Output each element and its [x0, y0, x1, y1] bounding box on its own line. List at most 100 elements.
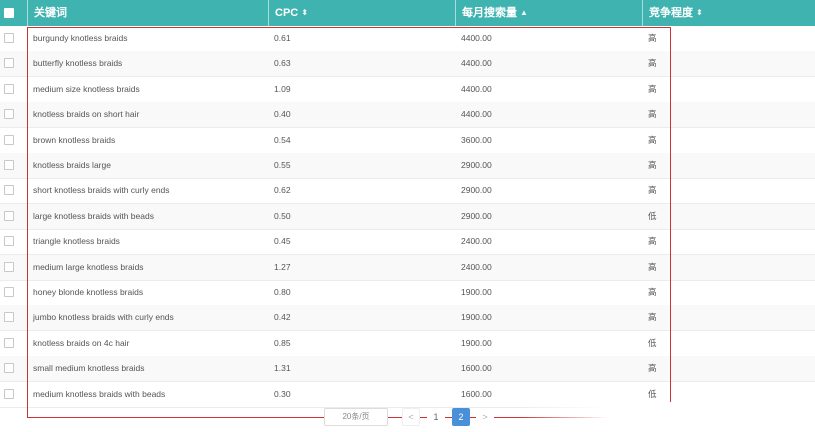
cell-competition: 低	[648, 210, 657, 221]
row-checkbox[interactable]	[4, 134, 14, 145]
sort-asc-icon[interactable]: ▲	[520, 8, 528, 17]
cell-keyword: triangle knotless braids	[33, 236, 120, 247]
row-checkbox[interactable]	[4, 160, 14, 170]
cell-volume: 1900.00	[461, 287, 492, 297]
row-checkbox[interactable]	[4, 109, 14, 120]
table-row[interactable]: knotless braids on 4c hair 0.85 1900.00 低	[0, 331, 815, 357]
cell-keyword: jumbo knotless braids with curly ends	[33, 312, 174, 323]
table-row[interactable]: triangle knotless braids 0.45 2400.00 高	[0, 229, 815, 256]
cell-competition: 高	[648, 58, 657, 69]
cell-keyword: knotless braids on short hair	[33, 109, 140, 120]
row-checkbox[interactable]	[4, 363, 14, 374]
table-row[interactable]: knotless braids on short hair 0.40 4400.00…	[0, 102, 815, 129]
select-all-checkbox[interactable]	[4, 8, 14, 18]
cell-volume: 4400.00	[461, 83, 492, 94]
cell-competition: 高	[648, 83, 657, 94]
cell-competition: 高	[648, 160, 657, 170]
cell-keyword: short knotless braids with curly ends	[33, 185, 170, 196]
cell-keyword: honey blonde knotless braids	[33, 287, 144, 297]
cell-keyword: medium knotless braids with beads	[33, 388, 166, 399]
table-row[interactable]: short knotless braids with curly ends 0.6…	[0, 178, 815, 205]
row-checkbox[interactable]	[4, 210, 14, 221]
table-row[interactable]: brown knotless braids 0.54 3600.00 高	[0, 128, 815, 154]
cell-volume: 4400.00	[461, 33, 492, 43]
cell-keyword: medium size knotless braids	[33, 83, 140, 94]
cell-cpc: 0.45	[274, 236, 291, 247]
cell-cpc: 1.31	[274, 363, 291, 374]
cell-volume: 2400.00	[461, 261, 492, 272]
cell-cpc: 0.50	[274, 210, 291, 221]
cell-keyword: knotless braids on 4c hair	[33, 337, 130, 348]
row-checkbox[interactable]	[4, 312, 14, 323]
cell-cpc: 0.42	[274, 312, 291, 323]
cell-competition: 高	[648, 185, 657, 196]
column-header-keyword[interactable]: 关键词	[27, 0, 269, 26]
cell-competition: 高	[648, 134, 657, 145]
row-checkbox[interactable]	[4, 236, 14, 247]
row-checkbox[interactable]	[4, 83, 14, 94]
row-checkbox[interactable]	[4, 261, 14, 272]
column-header-cpc-label: CPC	[275, 7, 299, 19]
cell-cpc: 0.85	[274, 337, 291, 348]
row-checkbox[interactable]	[4, 337, 14, 348]
cell-cpc: 0.61	[274, 33, 291, 43]
cell-competition: 高	[648, 287, 657, 297]
row-checkbox[interactable]	[4, 58, 14, 69]
cell-volume: 1900.00	[461, 312, 492, 323]
table-row[interactable]: large knotless braids with beads 0.50 2900…	[0, 203, 815, 230]
cell-competition: 高	[648, 312, 657, 323]
cell-cpc: 0.30	[274, 388, 291, 399]
cell-volume: 2900.00	[461, 210, 492, 221]
table-row[interactable]: jumbo knotless braids with curly ends 0.4…	[0, 305, 815, 332]
row-checkbox[interactable]	[4, 33, 14, 43]
cell-cpc: 0.63	[274, 58, 291, 69]
column-header-cpc[interactable]: CPC ⬍	[268, 0, 455, 26]
cell-competition: 低	[648, 337, 657, 348]
page-1-button[interactable]: 1	[427, 408, 445, 426]
fade-overlay	[520, 402, 815, 432]
table-row[interactable]: butterfly knotless braids 0.63 4400.00 高	[0, 51, 815, 78]
cell-keyword: brown knotless braids	[33, 134, 116, 145]
cell-volume: 1900.00	[461, 337, 492, 348]
sort-icon[interactable]: ⬍	[696, 8, 703, 17]
row-checkbox[interactable]	[4, 287, 14, 297]
cell-volume: 1600.00	[461, 388, 492, 399]
cell-cpc: 0.55	[274, 160, 291, 170]
table-row[interactable]: medium size knotless braids 1.09 4400.00 高	[0, 77, 815, 103]
cell-keyword: medium large knotless braids	[33, 261, 144, 272]
column-header-competition[interactable]: 竞争程度 ⬍	[642, 0, 809, 26]
cell-cpc: 0.80	[274, 287, 291, 297]
cell-competition: 高	[648, 261, 657, 272]
table-row[interactable]: burgundy knotless braids 0.61 4400.00 高	[0, 26, 815, 52]
row-checkbox[interactable]	[4, 388, 14, 399]
column-header-volume-label: 每月搜索量	[462, 7, 517, 19]
cell-cpc: 1.09	[274, 83, 291, 94]
column-header-volume[interactable]: 每月搜索量 ▲	[455, 0, 642, 26]
table-row[interactable]: small medium knotless braids 1.31 1600.00 高	[0, 356, 815, 383]
next-page-button[interactable]: >	[476, 408, 494, 426]
page-size-select[interactable]: 20条/页	[324, 408, 388, 426]
table-row[interactable]: medium large knotless braids 1.27 2400.00 高	[0, 254, 815, 281]
cell-volume: 3600.00	[461, 134, 492, 145]
cell-competition: 高	[648, 109, 657, 120]
prev-page-button[interactable]: <	[402, 408, 420, 426]
cell-volume: 2900.00	[461, 185, 492, 196]
cell-cpc: 0.62	[274, 185, 291, 196]
cell-keyword: butterfly knotless braids	[33, 58, 123, 69]
table-row[interactable]: honey blonde knotless braids 0.80 1900.00 高	[0, 280, 815, 306]
page-2-button[interactable]: 2	[452, 408, 470, 426]
cell-keyword: large knotless braids with beads	[33, 210, 154, 221]
table-row[interactable]: knotless braids large 0.55 2900.00 高	[0, 153, 815, 179]
cell-competition: 高	[648, 33, 657, 43]
cell-volume: 4400.00	[461, 109, 492, 120]
cell-volume: 1600.00	[461, 363, 492, 374]
cell-cpc: 0.54	[274, 134, 291, 145]
table-header: 关键词 CPC ⬍ 每月搜索量 ▲ 竞争程度 ⬍	[0, 0, 815, 26]
cell-competition: 高	[648, 363, 657, 374]
sort-icon[interactable]: ⬍	[301, 8, 308, 17]
cell-cpc: 0.40	[274, 109, 291, 120]
cell-keyword: burgundy knotless braids	[33, 33, 128, 43]
cell-volume: 4400.00	[461, 58, 492, 69]
cell-volume: 2400.00	[461, 236, 492, 247]
row-checkbox[interactable]	[4, 185, 14, 196]
